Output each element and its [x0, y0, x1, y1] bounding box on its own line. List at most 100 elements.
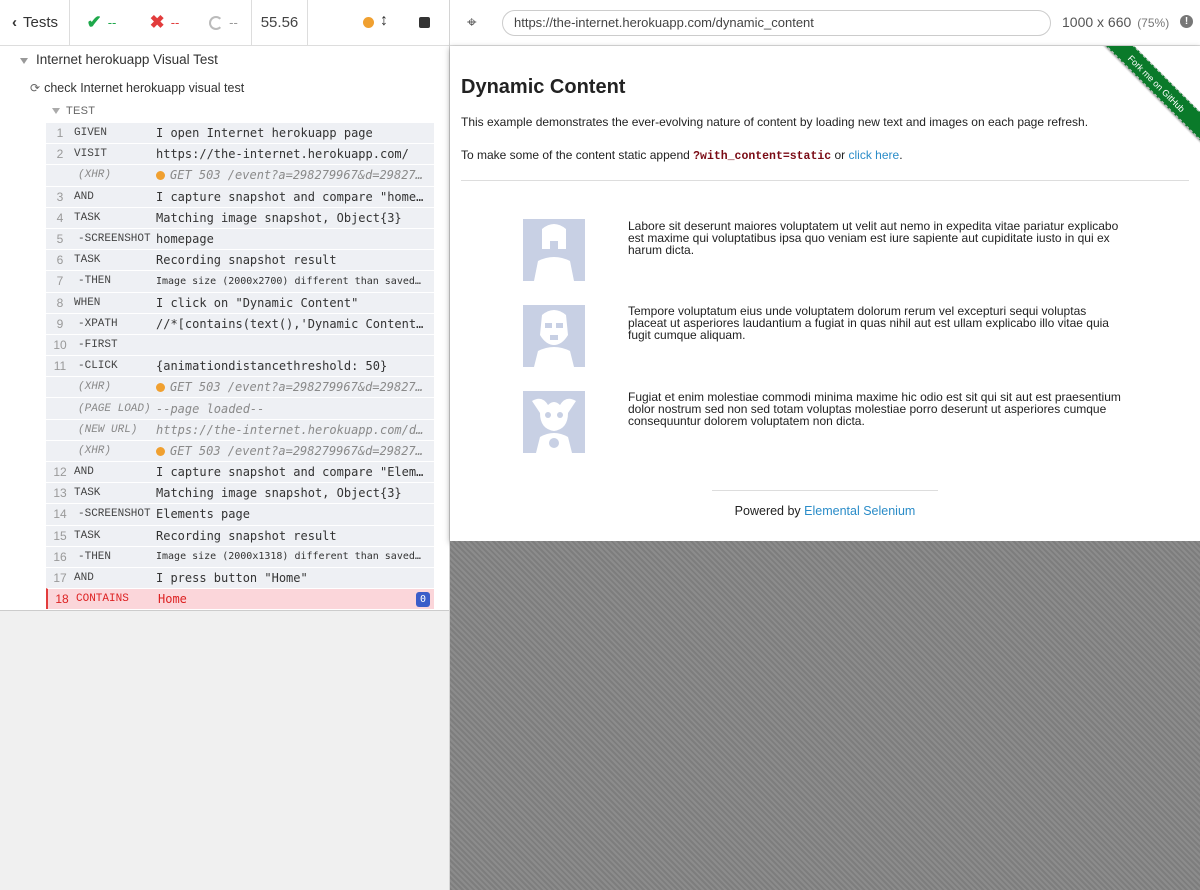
reporter-panel: ‹ Tests ✔ -- ✖ -- -- 55.56 ↕ Internet he… — [0, 0, 450, 890]
command-row[interactable]: 14 -SCREENSHOT Elements page — [46, 503, 434, 525]
command-name: TASK — [74, 211, 101, 224]
command-name: -CLICK — [78, 360, 118, 373]
command-name: -THEN — [78, 550, 112, 563]
suite-title-text: Internet herokuapp Visual Test — [36, 52, 218, 67]
command-name: CONTAINS — [76, 593, 129, 606]
collapse-triangle-icon — [52, 108, 60, 115]
command-number: 8 — [56, 295, 64, 310]
command-message: Image size (2000x2700) different than sa… — [156, 276, 434, 287]
command-message-text: I press button "Home" — [156, 571, 308, 586]
command-message: {animationdistancethreshold: 50} — [156, 359, 434, 373]
command-message-text: GET 503 /event?a=298279967&d=298279967&y… — [170, 380, 434, 395]
command-row[interactable]: 9 -XPATH //*[contains(text(),'Dynamic Cont… — [46, 312, 434, 334]
cypress-runner: ‹ Tests ✔ -- ✖ -- -- 55.56 ↕ Internet he… — [0, 0, 1200, 890]
refresh-icon: ⟳ — [30, 81, 41, 95]
aut-iframe: Fork me on GitHub Dynamic Content This e… — [450, 46, 1200, 541]
command-number: 4 — [56, 210, 64, 225]
viewport-info[interactable]: 1000 x 660 (75%) — [1062, 14, 1169, 30]
pending-request-dot-icon — [156, 446, 165, 456]
command-message: //*[contains(text(),'Dynamic Content… — [156, 317, 434, 331]
command-number: 5 — [56, 232, 64, 247]
command-row[interactable]: 6 TASK Recording snapshot result — [46, 249, 434, 271]
command-log: 1 GIVEN I open Internet herokuapp page 2 VIS… — [46, 122, 434, 610]
content-text: Labore sit deserunt maiores voluptatem u… — [628, 219, 1119, 257]
command-event-row[interactable]: (NEW URL) https://the-internet.herokuapp.… — [46, 418, 434, 440]
click-here-link[interactable]: click here — [849, 148, 900, 162]
passed-value: -- — [107, 15, 117, 30]
command-name: (XHR) — [78, 169, 112, 182]
pending-count: -- — [196, 0, 252, 46]
command-name: -SCREENSHOT — [78, 233, 151, 246]
command-message-text: GET 503 /event?a=298279967&d=298279967&y… — [170, 168, 434, 183]
command-row[interactable]: 15 TASK Recording snapshot result — [46, 524, 434, 546]
command-row[interactable]: 2 VISIT https://the-internet.herokuapp.com… — [46, 143, 434, 165]
collapse-triangle-icon — [20, 57, 28, 64]
command-row[interactable]: 5 -SCREENSHOT homepage — [46, 227, 434, 250]
x-icon: ✖ — [149, 12, 165, 32]
auto-scroll-toggle-icon[interactable]: ↕ — [380, 12, 388, 30]
command-name: (XHR) — [78, 444, 112, 457]
page-footer: Powered by Elemental Selenium — [450, 504, 1200, 518]
stop-button[interactable] — [419, 17, 430, 28]
command-message: Recording snapshot result — [156, 253, 434, 267]
command-number: 2 — [56, 147, 64, 162]
command-event-row[interactable]: (PAGE LOAD) --page loaded-- — [46, 397, 434, 419]
command-row[interactable]: 3 AND I capture snapshot and compare "home… — [46, 185, 434, 207]
command-message: I open Internet herokuapp page — [156, 126, 434, 140]
command-row[interactable]: 12 AND I capture snapshot and compare "Ele… — [46, 461, 434, 483]
command-message: GET 503 /event?a=298279967&d=298279967&y… — [156, 168, 434, 182]
test-title[interactable]: ⟳ check Internet herokuapp visual test — [30, 80, 244, 95]
command-row[interactable]: 13 TASK Matching image snapshot, Object{3} — [46, 482, 434, 504]
command-row[interactable]: 17 AND I press button "Home" — [46, 566, 434, 589]
chevron-left-icon: ‹ — [12, 14, 17, 31]
aut-empty-area — [450, 541, 1200, 890]
command-name: -FIRST — [78, 338, 118, 351]
command-message: Home — [158, 592, 434, 606]
command-number: 6 — [56, 253, 64, 268]
viewport-scale: (75%) — [1137, 16, 1170, 30]
command-message-text: Image size (2000x2700) different than sa… — [156, 275, 421, 287]
tests-label: Tests — [23, 14, 59, 31]
command-message-text: I capture snapshot and compare "Elem… — [156, 465, 424, 480]
selector-playground-crosshair-icon[interactable]: ⌖ — [467, 13, 477, 33]
command-row[interactable]: 8 WHEN I click on "Dynamic Content" — [46, 291, 434, 313]
command-row[interactable]: 7 -THEN Image size (2000x2700) different t… — [46, 270, 434, 292]
command-row[interactable]: 11 -CLICK {animationdistancethreshold: 50} — [46, 355, 434, 377]
command-number: 10 — [53, 337, 67, 352]
command-message-text: Matching image snapshot, Object{3} — [156, 210, 402, 225]
runnables-list: Internet herokuapp Visual Test ⟳ check In… — [0, 46, 449, 611]
command-name: -THEN — [78, 275, 112, 288]
command-message: I capture snapshot and compare "home… — [156, 190, 434, 204]
command-message-text: Matching image snapshot, Object{3} — [156, 486, 402, 501]
command-event-row[interactable]: (XHR) GET 503 /event?a=298279967&d=298279… — [46, 376, 434, 398]
failed-value: -- — [170, 15, 180, 30]
info-icon[interactable]: ! — [1180, 15, 1193, 28]
command-message: Recording snapshot result — [156, 529, 434, 543]
command-row[interactable]: 4 TASK Matching image snapshot, Object{3} — [46, 206, 434, 228]
fork-me-ribbon[interactable]: Fork me on GitHub — [1082, 46, 1200, 158]
command-message-text: https://the-internet.herokuapp.com/d… — [156, 422, 424, 437]
command-number: 14 — [53, 507, 67, 522]
command-event-row[interactable]: (XHR) GET 503 /event?a=298279967&d=298279… — [46, 439, 434, 461]
tests-back-button[interactable]: ‹ Tests — [0, 0, 70, 46]
command-row[interactable]: 16 -THEN Image size (2000x1318) different … — [46, 545, 434, 567]
elemental-selenium-link[interactable]: Elemental Selenium — [804, 504, 915, 518]
command-message-text: //*[contains(text(),'Dynamic Content… — [156, 316, 424, 331]
command-message-text: I open Internet herokuapp page — [156, 126, 373, 141]
command-message: Image size (2000x1318) different than sa… — [156, 551, 434, 562]
command-message-text: I capture snapshot and compare "home… — [156, 189, 424, 204]
command-event-row[interactable]: (XHR) GET 503 /event?a=298279967&d=298279… — [46, 164, 434, 186]
url-bar[interactable]: https://the-internet.herokuapp.com/dynam… — [502, 10, 1051, 36]
command-row[interactable]: 1 GIVEN I open Internet herokuapp page — [46, 122, 434, 144]
element-count-badge: 0 — [416, 592, 430, 608]
command-name: GIVEN — [74, 127, 108, 140]
command-message-text: Recording snapshot result — [156, 253, 337, 268]
suite-title[interactable]: Internet herokuapp Visual Test — [20, 52, 218, 67]
command-row[interactable]: 18 CONTAINS Home 0 — [46, 588, 434, 610]
command-message-text: {animationdistancethreshold: 50} — [156, 359, 388, 374]
command-message-text: Recording snapshot result — [156, 528, 337, 543]
command-row[interactable]: 10 -FIRST — [46, 333, 434, 356]
command-message-text: https://the-internet.herokuapp.com/ — [156, 147, 409, 162]
command-message: homepage — [156, 232, 434, 246]
test-section-header[interactable]: TEST — [52, 105, 95, 117]
